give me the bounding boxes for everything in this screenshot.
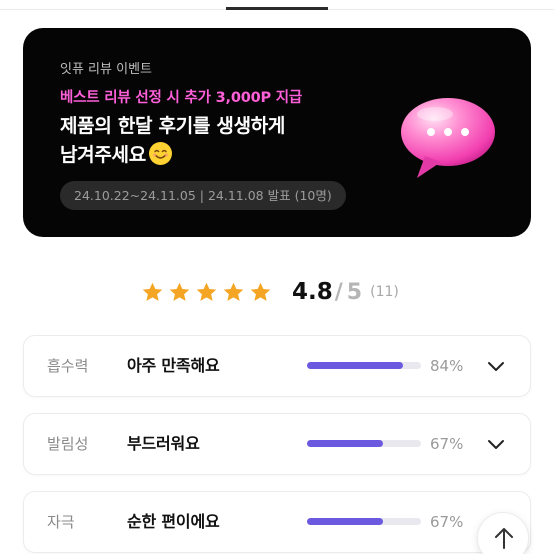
promo-text: 베스트 리뷰 선정 시 추가 3,000P 지급 (60, 90, 303, 106)
smiling-face-emoji-icon (148, 142, 172, 165)
criteria-progress-fill (307, 440, 384, 447)
star-icon (223, 282, 244, 301)
star-icon (196, 282, 217, 301)
criteria-name: 자극 (47, 513, 75, 531)
criteria-answer: 부드러워요 (127, 434, 200, 453)
banner-headline: 제품의 한달 후기를 생생하게 남겨주세요 (60, 112, 285, 170)
criteria-name: 흡수력 (47, 357, 89, 375)
criteria-row-spreadability[interactable]: 발림성 부드러워요 67% (23, 413, 531, 475)
star-icon (250, 282, 271, 301)
review-count: (11) (370, 284, 399, 300)
max-score: 5 (346, 279, 363, 305)
criteria-row-absorption[interactable]: 흡수력 아주 만족해요 84% (23, 335, 531, 397)
star-icon (169, 282, 190, 301)
arrow-up-icon (495, 528, 513, 549)
headline-line-1: 제품의 한달 후기를 생생하게 (60, 115, 286, 137)
active-tab-indicator (226, 7, 328, 10)
average-score: 4.8 (292, 279, 333, 305)
rating-stars (141, 281, 272, 304)
criteria-progress-bar (307, 440, 421, 447)
headline-line-2: 남겨주세요 (60, 141, 285, 170)
criteria-progress-fill (307, 362, 403, 369)
criteria-percent: 67% (430, 513, 464, 531)
pink-speech-bubble-icon (395, 94, 499, 190)
score-separator: / (334, 279, 343, 305)
chevron-down-icon[interactable] (486, 436, 506, 452)
review-event-banner[interactable]: 잇퓨 리뷰 이벤트 베스트 리뷰 선정 시 추가 3,000P 지급 제품의 한… (23, 28, 531, 237)
criteria-progress-bar (307, 518, 421, 525)
criteria-progress-fill (307, 518, 384, 525)
criteria-answer: 순한 편이에요 (127, 512, 220, 531)
event-label: 잇퓨 리뷰 이벤트 (60, 62, 152, 77)
star-icon (142, 282, 163, 301)
rating-summary: 4.8 / 5 (11) (141, 277, 399, 307)
criteria-progress-bar (307, 362, 421, 369)
criteria-answer: 아주 만족해요 (127, 356, 220, 375)
criteria-name: 발림성 (47, 435, 89, 453)
criteria-row-irritation[interactable]: 자극 순한 편이에요 67% (23, 491, 531, 553)
criteria-percent: 67% (430, 435, 464, 453)
criteria-percent: 84% (430, 357, 464, 375)
event-period-pill: 24.10.22~24.11.05 | 24.11.08 발표 (10명) (60, 181, 346, 210)
chevron-down-icon[interactable] (486, 358, 506, 374)
